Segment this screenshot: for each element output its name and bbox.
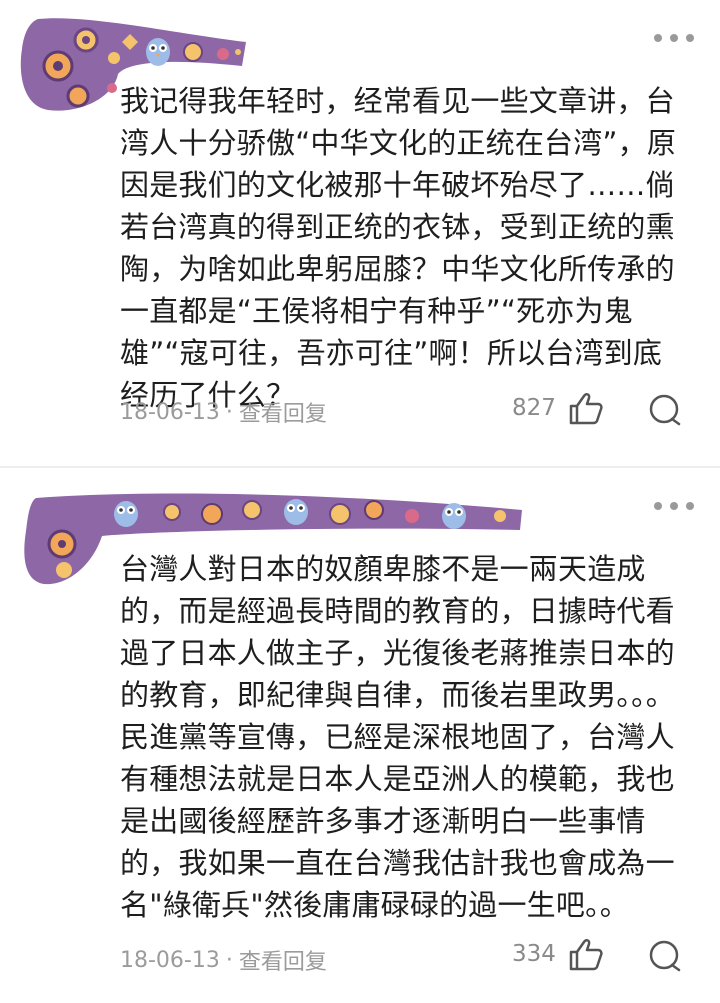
comment-date: 18-06-13	[120, 947, 220, 973]
comment-meta: 18-06-13 · 查看回复	[120, 396, 327, 428]
view-replies-link[interactable]: 查看回复	[239, 944, 327, 976]
comment-meta: 18-06-13 · 查看回复	[120, 944, 327, 976]
comment-item: 台灣人對日本的奴顏卑膝不是一兩天造成的，而是經過長時間的教育的，日據時代看過了日…	[0, 468, 720, 1003]
more-dots-icon	[654, 34, 662, 42]
more-dots-icon	[654, 502, 662, 510]
thumbs-up-icon[interactable]	[568, 392, 604, 430]
comment-item: 我记得我年轻时，经常看见一些文章讲，台湾人十分骄傲“中华文化的正统在台湾”，原因…	[0, 0, 720, 466]
comment-text: 我记得我年轻时，经常看见一些文章讲，台湾人十分骄傲“中华文化的正统在台湾”，原因…	[120, 84, 677, 412]
more-dot	[686, 502, 694, 510]
comment-bubble-icon[interactable]	[648, 940, 682, 976]
like-count: 827	[512, 395, 556, 421]
comment-date: 18-06-13	[120, 399, 220, 425]
more-dot	[670, 502, 678, 510]
comment-bubble-icon[interactable]	[648, 394, 682, 430]
more-dot	[670, 34, 678, 42]
meta-separator: ·	[225, 947, 233, 973]
more-dot	[686, 34, 694, 42]
meta-separator: ·	[225, 399, 233, 425]
more-options-button[interactable]	[654, 494, 694, 518]
view-replies-link[interactable]: 查看回复	[239, 396, 327, 428]
comment-text: 台灣人對日本的奴顏卑膝不是一兩天造成的，而是經過長時間的教育的，日據時代看過了日…	[120, 552, 676, 922]
like-count: 334	[512, 941, 556, 967]
thumbs-up-icon[interactable]	[568, 938, 604, 976]
more-options-button[interactable]	[654, 26, 694, 50]
